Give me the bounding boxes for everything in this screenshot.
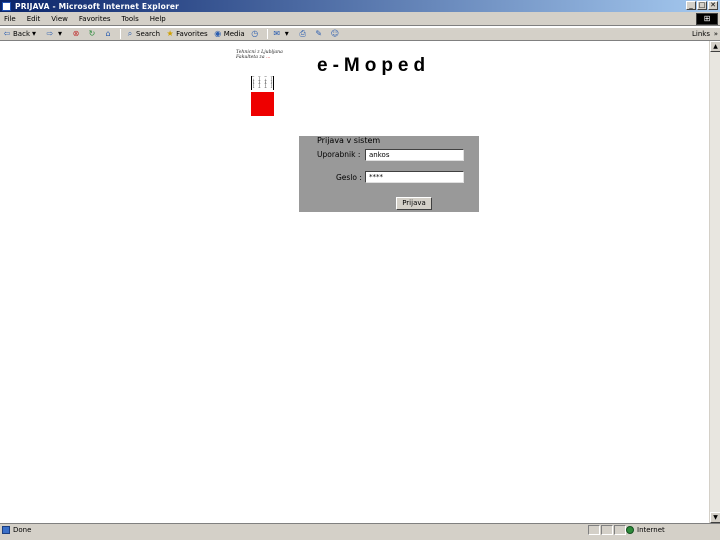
window-controls: _ □ ✕ bbox=[686, 1, 718, 10]
window-title: PRIJAVA - Microsoft Internet Explorer bbox=[15, 1, 180, 11]
refresh-icon: ↻ bbox=[88, 29, 96, 38]
university-logo: Tehnicni z Ljubljana Fakulteta za ... ─ ┬… bbox=[236, 50, 294, 116]
username-field[interactable]: ankos bbox=[365, 149, 464, 161]
login-heading: Prijava v sistem bbox=[317, 136, 381, 145]
minimize-button[interactable]: _ bbox=[686, 1, 696, 10]
messenger-button[interactable]: ☺ bbox=[331, 30, 341, 38]
back-arrow-icon: ⇦ bbox=[3, 29, 11, 38]
menu-edit[interactable]: Edit bbox=[27, 15, 41, 23]
mail-button[interactable]: ✉ ▾ bbox=[273, 30, 293, 38]
history-button[interactable]: ◷ bbox=[251, 30, 261, 38]
dropdown-arrow-icon[interactable]: ▾ bbox=[283, 30, 291, 38]
login-submit-button[interactable]: Prijava bbox=[396, 197, 432, 210]
status-pane bbox=[601, 525, 613, 535]
media-icon: ◉ bbox=[214, 29, 222, 38]
windows-logo-icon: ⊞ bbox=[696, 13, 718, 25]
logo-text-line2-a: Fakulteta za bbox=[236, 55, 265, 60]
username-label: Uporabnik : bbox=[317, 150, 361, 159]
edit-button[interactable]: ✎ bbox=[315, 30, 325, 38]
scroll-down-arrow-icon[interactable]: ▼ bbox=[710, 512, 720, 523]
favorites-star-icon: ★ bbox=[166, 29, 174, 38]
password-field[interactable]: **** bbox=[365, 171, 464, 183]
vertical-scrollbar[interactable]: ▲ ▼ bbox=[709, 41, 720, 523]
internet-globe-icon bbox=[626, 526, 634, 534]
status-pane bbox=[614, 525, 626, 535]
login-form: Prijava v sistem Uporabnik : ankos Geslo… bbox=[299, 136, 479, 212]
media-label: Media bbox=[223, 30, 245, 38]
media-button[interactable]: ◉ Media bbox=[214, 29, 245, 39]
stop-icon: ⊗ bbox=[72, 29, 80, 38]
logo-grid-graphic: ─ ┬ ─ ┬ ├ ┼ ┼ ┤ ├ ┼ ┼ ┤ └ ┴ ┴ ┘ bbox=[251, 76, 274, 90]
search-label: Search bbox=[136, 30, 161, 38]
edit-icon: ✎ bbox=[315, 29, 323, 38]
page-title: e-Moped bbox=[317, 55, 431, 76]
menu-help[interactable]: Help bbox=[150, 15, 166, 23]
links-label[interactable]: Links bbox=[692, 30, 710, 38]
search-button[interactable]: ⌕ Search bbox=[126, 29, 161, 39]
maximize-button[interactable]: □ bbox=[697, 1, 707, 10]
refresh-button[interactable]: ↻ bbox=[88, 30, 98, 38]
home-icon: ⌂ bbox=[105, 29, 111, 38]
menu-bar: File Edit View Favorites Tools Help ⊞ bbox=[0, 12, 720, 26]
scroll-up-arrow-icon[interactable]: ▲ bbox=[710, 41, 720, 52]
back-button[interactable]: ⇦ Back ▾ bbox=[3, 29, 40, 39]
toolbar-separator bbox=[120, 29, 121, 39]
password-label: Geslo : bbox=[336, 173, 362, 182]
stop-button[interactable]: ⊗ bbox=[72, 30, 82, 38]
ie-app-icon bbox=[2, 1, 11, 11]
window-title-bar: PRIJAVA - Microsoft Internet Explorer _ … bbox=[0, 0, 720, 12]
status-text: Done bbox=[13, 525, 32, 534]
mail-icon: ✉ bbox=[273, 29, 281, 38]
print-button[interactable]: ⎙ bbox=[299, 30, 309, 38]
zone-label: Internet bbox=[637, 526, 665, 534]
links-chevron-icon[interactable]: » bbox=[714, 30, 718, 38]
logo-text-line2: Fakulteta za ... bbox=[236, 55, 294, 60]
window-bottom-border bbox=[0, 535, 720, 540]
toolbar-separator bbox=[266, 29, 268, 39]
menu-tools[interactable]: Tools bbox=[122, 15, 139, 23]
home-button[interactable]: ⌂ bbox=[104, 30, 114, 38]
forward-arrow-icon: ⇨ bbox=[46, 29, 54, 38]
favorites-button[interactable]: ★ Favorites bbox=[166, 29, 208, 39]
close-button[interactable]: ✕ bbox=[708, 1, 718, 10]
back-label: Back bbox=[13, 30, 30, 38]
dropdown-arrow-icon[interactable]: ▾ bbox=[56, 30, 64, 38]
dropdown-arrow-icon[interactable]: ▾ bbox=[30, 30, 38, 38]
history-icon: ◷ bbox=[251, 29, 259, 38]
menu-file[interactable]: File bbox=[4, 15, 16, 23]
status-pane bbox=[588, 525, 600, 535]
favorites-label: Favorites bbox=[176, 30, 208, 38]
print-icon: ⎙ bbox=[299, 29, 306, 38]
menu-view[interactable]: View bbox=[51, 15, 68, 23]
forward-button[interactable]: ⇨ ▾ bbox=[46, 30, 66, 38]
search-icon: ⌕ bbox=[127, 29, 133, 38]
messenger-icon: ☺ bbox=[330, 29, 340, 38]
security-zone: Internet bbox=[626, 525, 665, 535]
standard-toolbar: ⇦ Back ▾ ⇨ ▾ ⊗ ↻ ⌂ ⌕ Search ★ Favorites … bbox=[0, 27, 720, 41]
menu-favorites[interactable]: Favorites bbox=[79, 15, 111, 23]
logo-text-line2-b: ... bbox=[266, 55, 271, 60]
page-icon bbox=[2, 525, 10, 534]
status-bar: Done Internet bbox=[0, 523, 720, 535]
logo-red-block bbox=[251, 92, 274, 116]
